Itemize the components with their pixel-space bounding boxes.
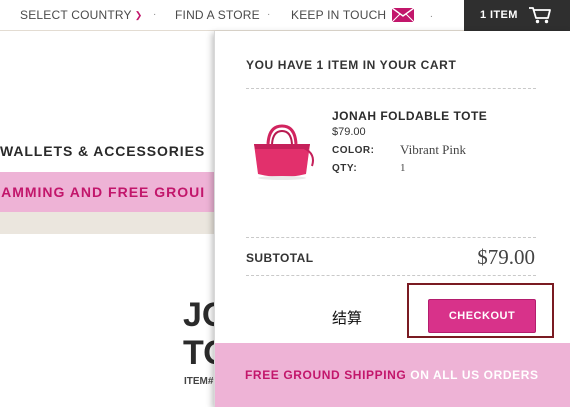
nav-item-wallets-accessories[interactable]: WALLETS & ACCESSORIES: [0, 143, 205, 159]
free-shipping-detail: ON ALL US ORDERS: [406, 368, 539, 382]
product-item-number: ITEM#: [184, 376, 214, 387]
divider: [246, 237, 536, 238]
cart-count-label: 1 ITEM: [480, 9, 518, 21]
tote-bag-image[interactable]: [246, 114, 318, 186]
qty-value: 1: [400, 162, 406, 174]
separator: ·: [153, 9, 157, 20]
product-page-title: JO TO: [183, 296, 216, 376]
banner-divider-strip: [0, 212, 214, 234]
product-title-line: JO: [183, 296, 216, 334]
divider: [246, 275, 536, 276]
color-value: Vibrant Pink: [400, 142, 467, 157]
subtotal-value: $79.00: [477, 245, 535, 269]
free-shipping-text: FREE GROUND SHIPPING ON ALL US ORDERS: [245, 343, 539, 407]
separator: ·: [401, 9, 405, 20]
mini-cart-popup: YOU HAVE 1 ITEM IN YOUR CART JONAH FOLDA…: [214, 31, 570, 407]
keep-in-touch-label: KEEP IN TOUCH: [291, 8, 387, 22]
top-utility-bar: SELECT COUNTRY ❯ · FIND A STORE · KEEP IN…: [0, 0, 570, 31]
main-navigation: WALLETS & ACCESSORIESGI: [0, 143, 214, 163]
free-shipping-banner[interactable]: FREE GROUND SHIPPING ON ALL US ORDERS: [215, 343, 570, 407]
keep-in-touch-link[interactable]: KEEP IN TOUCH: [291, 0, 414, 31]
qty-label: QTY:: [332, 163, 358, 174]
find-store-link[interactable]: FIND A STORE: [175, 0, 260, 31]
divider: [246, 88, 536, 89]
checkout-button[interactable]: CHECKOUT: [428, 299, 536, 333]
separator: .: [430, 9, 433, 20]
chevron-down-icon: ❯: [134, 10, 143, 20]
free-shipping-highlight: FREE GROUND SHIPPING: [245, 368, 407, 382]
color-label: COLOR:: [332, 145, 375, 156]
product-title-line: TO: [183, 334, 216, 372]
select-country-label: SELECT COUNTRY: [20, 8, 132, 22]
separator: ·: [267, 9, 271, 20]
cart-product-name[interactable]: JONAH FOLDABLE TOTE: [332, 109, 487, 123]
cart-button[interactable]: 1 ITEM: [464, 0, 570, 31]
cart-heading: YOU HAVE 1 ITEM IN YOUR CART: [246, 58, 457, 72]
promo-banner-text: RAMMING AND FREE GROUI: [0, 184, 206, 200]
promo-banner[interactable]: RAMMING AND FREE GROUI: [0, 172, 214, 212]
select-country-dropdown[interactable]: SELECT COUNTRY ❯: [20, 0, 142, 31]
checkout-annotation-text: 结算: [332, 309, 363, 327]
shopping-cart-icon: [529, 7, 551, 24]
cart-product-price: $79.00: [332, 126, 366, 138]
subtotal-label: SUBTOTAL: [246, 251, 314, 265]
